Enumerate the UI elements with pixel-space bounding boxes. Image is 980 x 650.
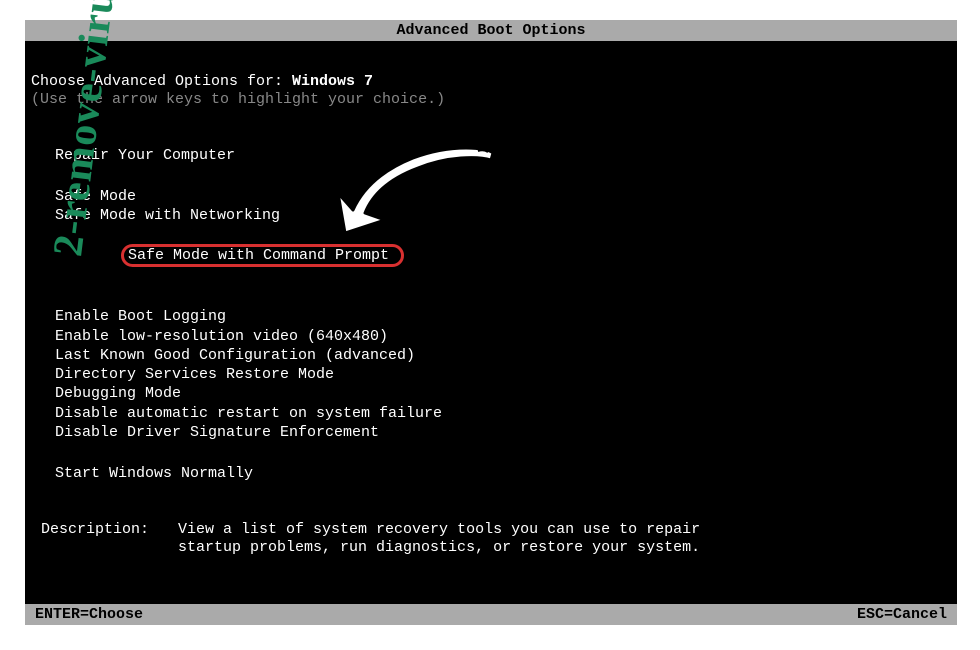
title-bar: Advanced Boot Options	[25, 20, 957, 41]
menu-item-repair-computer[interactable]: Repair Your Computer	[55, 146, 957, 165]
menu-item-last-known-good[interactable]: Last Known Good Configuration (advanced)	[55, 346, 957, 365]
footer-bar: ENTER=Choose ESC=Cancel	[25, 604, 957, 625]
footer-esc: ESC=Cancel	[857, 606, 947, 623]
menu-item-safe-mode-cmd[interactable]: Safe Mode with Command Prompt	[121, 244, 404, 267]
arrow-keys-hint: (Use the arrow keys to highlight your ch…	[31, 91, 957, 108]
prompt-prefix: Choose Advanced Options for:	[31, 73, 292, 90]
menu-item-start-normally[interactable]: Start Windows Normally	[55, 464, 957, 483]
menu-item-safe-mode[interactable]: Safe Mode	[55, 187, 957, 206]
menu-group-repair: Repair Your Computer	[55, 146, 957, 165]
boot-screen: Advanced Boot Options Choose Advanced Op…	[25, 20, 957, 625]
menu-item-safe-mode-cmd-wrap[interactable]: Safe Mode with Command Prompt	[55, 226, 957, 286]
menu-group-safemode: Safe Mode Safe Mode with Networking Safe…	[55, 187, 957, 285]
menu-group-advanced: Enable Boot Logging Enable low-resolutio…	[55, 307, 957, 442]
menu-item-disable-driver-sig[interactable]: Disable Driver Signature Enforcement	[55, 423, 957, 442]
menu-group-normal: Start Windows Normally	[55, 464, 957, 483]
footer-enter: ENTER=Choose	[35, 606, 143, 623]
menu-item-boot-logging[interactable]: Enable Boot Logging	[55, 307, 957, 326]
menu-item-disable-auto-restart[interactable]: Disable automatic restart on system fail…	[55, 404, 957, 423]
menu-item-debugging[interactable]: Debugging Mode	[55, 384, 957, 403]
choose-prompt: Choose Advanced Options for: Windows 7	[31, 73, 957, 90]
os-name: Windows 7	[292, 73, 373, 90]
screen-title: Advanced Boot Options	[396, 22, 585, 39]
menu-item-dsrm[interactable]: Directory Services Restore Mode	[55, 365, 957, 384]
menu-item-safe-mode-networking[interactable]: Safe Mode with Networking	[55, 206, 957, 225]
description-label: Description:	[41, 521, 169, 538]
menu-item-low-res-video[interactable]: Enable low-resolution video (640x480)	[55, 327, 957, 346]
description-block: Description: View a list of system recov…	[31, 521, 957, 556]
description-text: View a list of system recovery tools you…	[178, 521, 738, 556]
content-area: Choose Advanced Options for: Windows 7 (…	[25, 73, 957, 556]
